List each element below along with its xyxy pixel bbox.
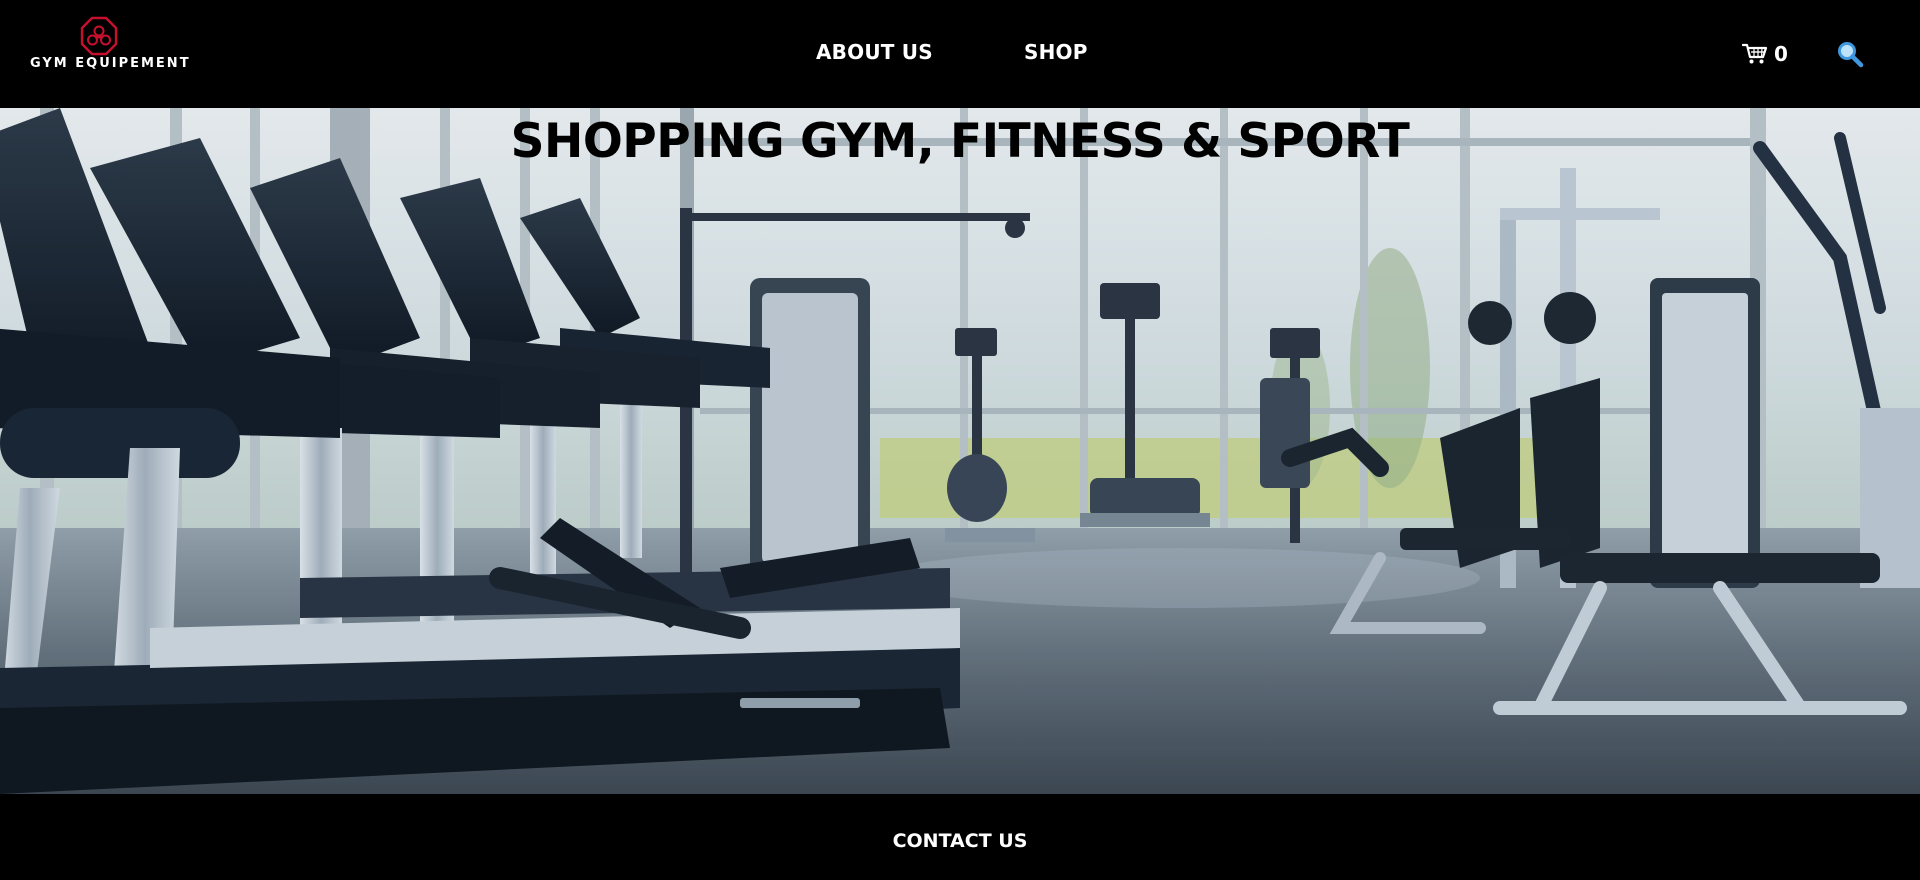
search-button[interactable]	[1836, 40, 1864, 68]
hero-title: SHOPPING GYM, FITNESS & SPORT	[510, 114, 1410, 169]
search-icon	[1838, 42, 1864, 68]
cart-count: 0	[1774, 42, 1788, 66]
site-header: GYM EQUIPEMENT ABOUT US SHOP 0	[0, 0, 1920, 108]
gym-interior-image	[0, 108, 1920, 794]
nav-shop[interactable]: SHOP	[1024, 40, 1088, 64]
hero-banner: SHOPPING GYM, FITNESS & SPORT	[0, 108, 1920, 794]
logo-text: GYM EQUIPEMENT	[30, 56, 191, 71]
site-logo[interactable]: GYM EQUIPEMENT	[30, 16, 191, 76]
cart-button[interactable]: 0	[1742, 41, 1788, 67]
cart-icon	[1742, 43, 1768, 64]
gym-logo-icon	[80, 16, 118, 56]
contact-us-link[interactable]: CONTACT US	[0, 830, 1920, 852]
site-footer: CONTACT US	[0, 794, 1920, 880]
nav-about-us[interactable]: ABOUT US	[816, 40, 933, 64]
